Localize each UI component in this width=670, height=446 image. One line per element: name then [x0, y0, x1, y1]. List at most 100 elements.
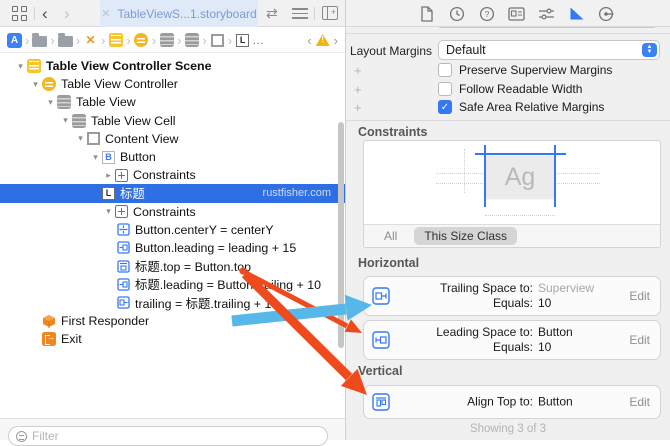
- outline-row-view-controller[interactable]: ▾ Table View Controller: [0, 75, 345, 93]
- xcode-app-icon[interactable]: A: [7, 33, 22, 48]
- constraint-line-left[interactable]: [484, 145, 486, 207]
- checkbox-safe-area-relative-margins[interactable]: ✓: [438, 100, 452, 114]
- add-icon[interactable]: +: [354, 82, 362, 97]
- chevron-right-icon: ›: [24, 33, 30, 48]
- exit-icon: [42, 332, 56, 346]
- editor-grid-icon[interactable]: [12, 6, 27, 21]
- outline-row-constraint[interactable]: Button.leading = leading + 15: [0, 239, 345, 257]
- constraint-card-leading[interactable]: Leading Space to:Button Equals:10 Edit: [363, 320, 661, 360]
- popup-stepper-icon: ▲▼: [642, 43, 657, 57]
- ellipsis: …: [252, 33, 265, 47]
- constraint-line-top[interactable]: [475, 153, 566, 155]
- chevron-right-icon: ›: [227, 33, 233, 48]
- outline-row-constraint[interactable]: 标题.top = Button.top: [0, 257, 345, 275]
- guide-dotted: [436, 183, 485, 184]
- disclosure-triangle[interactable]: ▾: [89, 152, 102, 163]
- edit-button[interactable]: Edit: [629, 395, 650, 409]
- segment-this-size-class[interactable]: This Size Class: [414, 227, 517, 245]
- disclosure-triangle[interactable]: ▾: [74, 133, 87, 144]
- back-button[interactable]: ‹: [42, 1, 48, 26]
- outline-row-scene[interactable]: ▾ Table View Controller Scene: [0, 57, 345, 75]
- layout-margins-label: Layout Margins: [346, 44, 432, 58]
- disclosure-triangle[interactable]: ▾: [59, 115, 72, 126]
- constraint-centery-icon: [117, 223, 130, 236]
- outline-row-constraint[interactable]: Button.centerY = centerY: [0, 221, 345, 239]
- outline-row-table-view-cell[interactable]: ▾ Table View Cell: [0, 112, 345, 130]
- constraint-card-trailing[interactable]: Trailing Space to:Superview Equals:10 Ed…: [363, 276, 661, 316]
- storyboard-scene-icon[interactable]: [108, 33, 123, 48]
- label-icon[interactable]: L: [235, 33, 250, 48]
- attributes-inspector-icon[interactable]: [538, 5, 555, 22]
- table-view-cell-icon[interactable]: [184, 33, 199, 48]
- toolbar: ‹ › ✕ TableViewS...1.storyboard ⇄ + ?: [0, 0, 670, 27]
- forward-button[interactable]: ›: [64, 1, 70, 26]
- filter-bar: Filter: [0, 418, 345, 440]
- checkbox-row: + Preserve Superview Margins: [346, 61, 670, 79]
- label-icon: L: [102, 187, 115, 200]
- outline-row-button[interactable]: ▾ B Button: [0, 148, 345, 166]
- disclosure-triangle[interactable]: ▾: [44, 97, 57, 108]
- prev-issue-button[interactable]: ‹: [307, 33, 311, 48]
- next-issue-button[interactable]: ›: [334, 33, 338, 48]
- chevron-right-icon: ›: [75, 33, 81, 48]
- guide-dotted: [464, 149, 465, 193]
- outline-row-constraint[interactable]: trailing = 标题.trailing + 10: [0, 293, 345, 311]
- add-icon[interactable]: +: [354, 100, 362, 115]
- breadcrumb: A › › › ✕ › › › › › › L … ‹ ›: [0, 28, 345, 53]
- add-editor-icon[interactable]: +: [322, 6, 338, 20]
- constraints-section-title: Constraints: [358, 125, 427, 139]
- chevron-right-icon: ›: [49, 33, 55, 48]
- constraint-line-right[interactable]: [554, 145, 556, 207]
- swap-arrows-icon[interactable]: ⇄: [266, 5, 278, 22]
- close-tab-icon[interactable]: ✕: [101, 7, 110, 20]
- folder-icon[interactable]: [58, 33, 73, 48]
- constraint-leading-icon: [117, 278, 130, 291]
- storyboard-x-icon[interactable]: ✕: [83, 33, 98, 48]
- constraint-leading-icon: [117, 241, 130, 254]
- filter-input[interactable]: Filter: [8, 426, 328, 446]
- outline-row-constraints[interactable]: ▸ Constraints: [0, 166, 345, 184]
- folder-icon[interactable]: [32, 33, 47, 48]
- constraint-card-align-top[interactable]: Align Top to:Button Edit: [363, 385, 661, 419]
- checkbox-follow-readable-width[interactable]: [438, 82, 452, 96]
- constraints-preview: Ag All This Size Class: [363, 140, 661, 248]
- layout-margins-popup[interactable]: Default ▲▼: [438, 40, 660, 60]
- outline-row-label-selected[interactable]: L 标题 rustfisher.com: [0, 184, 345, 202]
- chevron-right-icon: ›: [176, 33, 182, 48]
- outline-row-content-view[interactable]: ▾ Content View: [0, 130, 345, 148]
- document-outline: ▾ Table View Controller Scene ▾ Table Vi…: [0, 53, 345, 418]
- warning-icon[interactable]: [316, 34, 330, 46]
- guide-dotted: [485, 215, 555, 216]
- identity-inspector-icon[interactable]: [508, 5, 525, 22]
- file-inspector-icon[interactable]: [418, 5, 435, 22]
- outline-row-exit[interactable]: Exit: [0, 330, 345, 348]
- segment-all[interactable]: All: [384, 229, 397, 243]
- vertical-section-title: Vertical: [358, 364, 402, 378]
- connections-inspector-icon[interactable]: [598, 5, 615, 22]
- outline-row-table-view[interactable]: ▾ Table View: [0, 93, 345, 111]
- size-inspector-icon[interactable]: [568, 5, 585, 22]
- add-icon[interactable]: +: [354, 63, 362, 78]
- view-controller-icon[interactable]: [134, 33, 149, 48]
- disclosure-triangle[interactable]: ▸: [102, 170, 115, 181]
- checkbox-preserve-superview-margins[interactable]: [438, 63, 452, 77]
- tab-storyboard[interactable]: ✕ TableViewS...1.storyboard: [100, 0, 258, 27]
- disclosure-triangle[interactable]: ▾: [14, 61, 27, 72]
- pane-divider[interactable]: [345, 0, 346, 440]
- disclosure-triangle[interactable]: ▾: [29, 79, 42, 90]
- outline-row-first-responder[interactable]: First Responder: [0, 312, 345, 330]
- history-inspector-icon[interactable]: [448, 5, 465, 22]
- edit-button[interactable]: Edit: [629, 333, 650, 347]
- edit-button[interactable]: Edit: [629, 289, 650, 303]
- outline-row-constraint[interactable]: 标题.leading = Button.trailing + 10: [0, 275, 345, 293]
- content-view-icon[interactable]: [210, 33, 225, 48]
- view-controller-icon: [42, 77, 56, 91]
- outline-scrollbar[interactable]: [338, 122, 344, 348]
- minimap-lines-icon[interactable]: [292, 8, 308, 22]
- outline-row-constraints[interactable]: ▾ Constraints: [0, 203, 345, 221]
- help-inspector-icon[interactable]: ?: [478, 5, 495, 22]
- table-view-icon[interactable]: [159, 33, 174, 48]
- filter-placeholder: Filter: [32, 429, 59, 443]
- disclosure-triangle[interactable]: ▾: [102, 206, 115, 217]
- storyboard-scene-icon: [27, 59, 41, 73]
